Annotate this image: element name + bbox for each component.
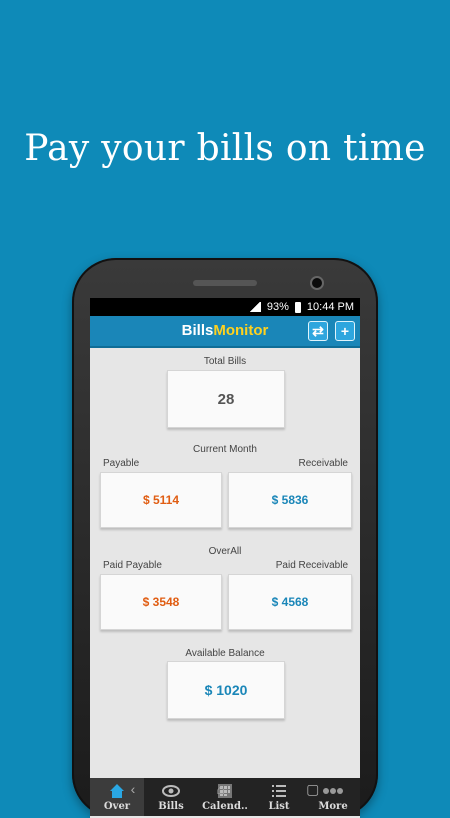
paid-payable-value: $ 3548 <box>142 595 180 609</box>
payable-card[interactable]: $ 5114 <box>100 472 222 528</box>
paid-payable-label: Paid Payable <box>103 560 162 571</box>
status-time: 10:44 PM <box>306 301 354 313</box>
payable-label: Payable <box>103 458 140 469</box>
back-icon[interactable]: ‹ <box>131 781 136 797</box>
signal-icon <box>248 302 261 312</box>
refresh-icon: ⇄ <box>312 323 324 339</box>
phone-screen: 93% 10:44 PM BillsMonitor ⇄ + Total Bill… <box>90 298 360 818</box>
home-icon[interactable]: ⌂ <box>216 781 224 797</box>
total-bills-value: 28 <box>217 390 235 408</box>
total-bills-card[interactable]: 28 <box>167 370 285 428</box>
nav-label-bills: Bills <box>158 801 184 812</box>
logo-monitor: Monitor <box>213 322 269 339</box>
front-camera <box>310 276 324 290</box>
status-bar: 93% 10:44 PM <box>90 298 360 316</box>
headline: Pay your bills on time <box>24 128 426 169</box>
available-balance-value: $ 1020 <box>204 682 248 698</box>
receivable-label: Receivable <box>298 458 348 469</box>
nav-label-more: More <box>318 801 348 812</box>
recents-icon[interactable]: ▢ <box>306 781 319 798</box>
receivable-value: $ 5836 <box>271 493 309 507</box>
app-bar: BillsMonitor ⇄ + <box>90 316 360 348</box>
total-bills-label: Total Bills <box>203 356 247 367</box>
plus-icon: + <box>340 323 350 339</box>
nav-label-overview: Over <box>103 801 131 812</box>
overview-content: Total Bills 28 Current Month Payable Rec… <box>90 348 360 768</box>
nav-label-calendar: Calend.. <box>202 801 248 812</box>
battery-icon <box>294 301 301 313</box>
paid-receivable-value: $ 4568 <box>271 595 309 609</box>
speaker-grille <box>193 280 257 286</box>
current-month-label: Current Month <box>193 444 257 455</box>
refresh-button[interactable]: ⇄ <box>308 321 328 341</box>
paid-payable-card[interactable]: $ 3548 <box>100 574 222 630</box>
add-bill-button[interactable]: + <box>335 321 355 341</box>
receivable-card[interactable]: $ 5836 <box>228 472 352 528</box>
system-nav-bar: ‹ ⌂ ▢ <box>90 778 360 800</box>
payable-value: $ 5114 <box>142 493 180 507</box>
paid-receivable-label: Paid Receivable <box>275 560 348 571</box>
battery-percent: 93% <box>266 301 289 313</box>
paid-receivable-card[interactable]: $ 4568 <box>228 574 352 630</box>
available-balance-card[interactable]: $ 1020 <box>167 661 285 719</box>
phone-frame: 93% 10:44 PM BillsMonitor ⇄ + Total Bill… <box>72 258 378 818</box>
overall-label: OverAll <box>208 546 242 557</box>
logo-bills: Bills <box>181 322 214 339</box>
available-balance-label: Available Balance <box>185 648 265 659</box>
nav-label-list: List <box>268 801 290 812</box>
